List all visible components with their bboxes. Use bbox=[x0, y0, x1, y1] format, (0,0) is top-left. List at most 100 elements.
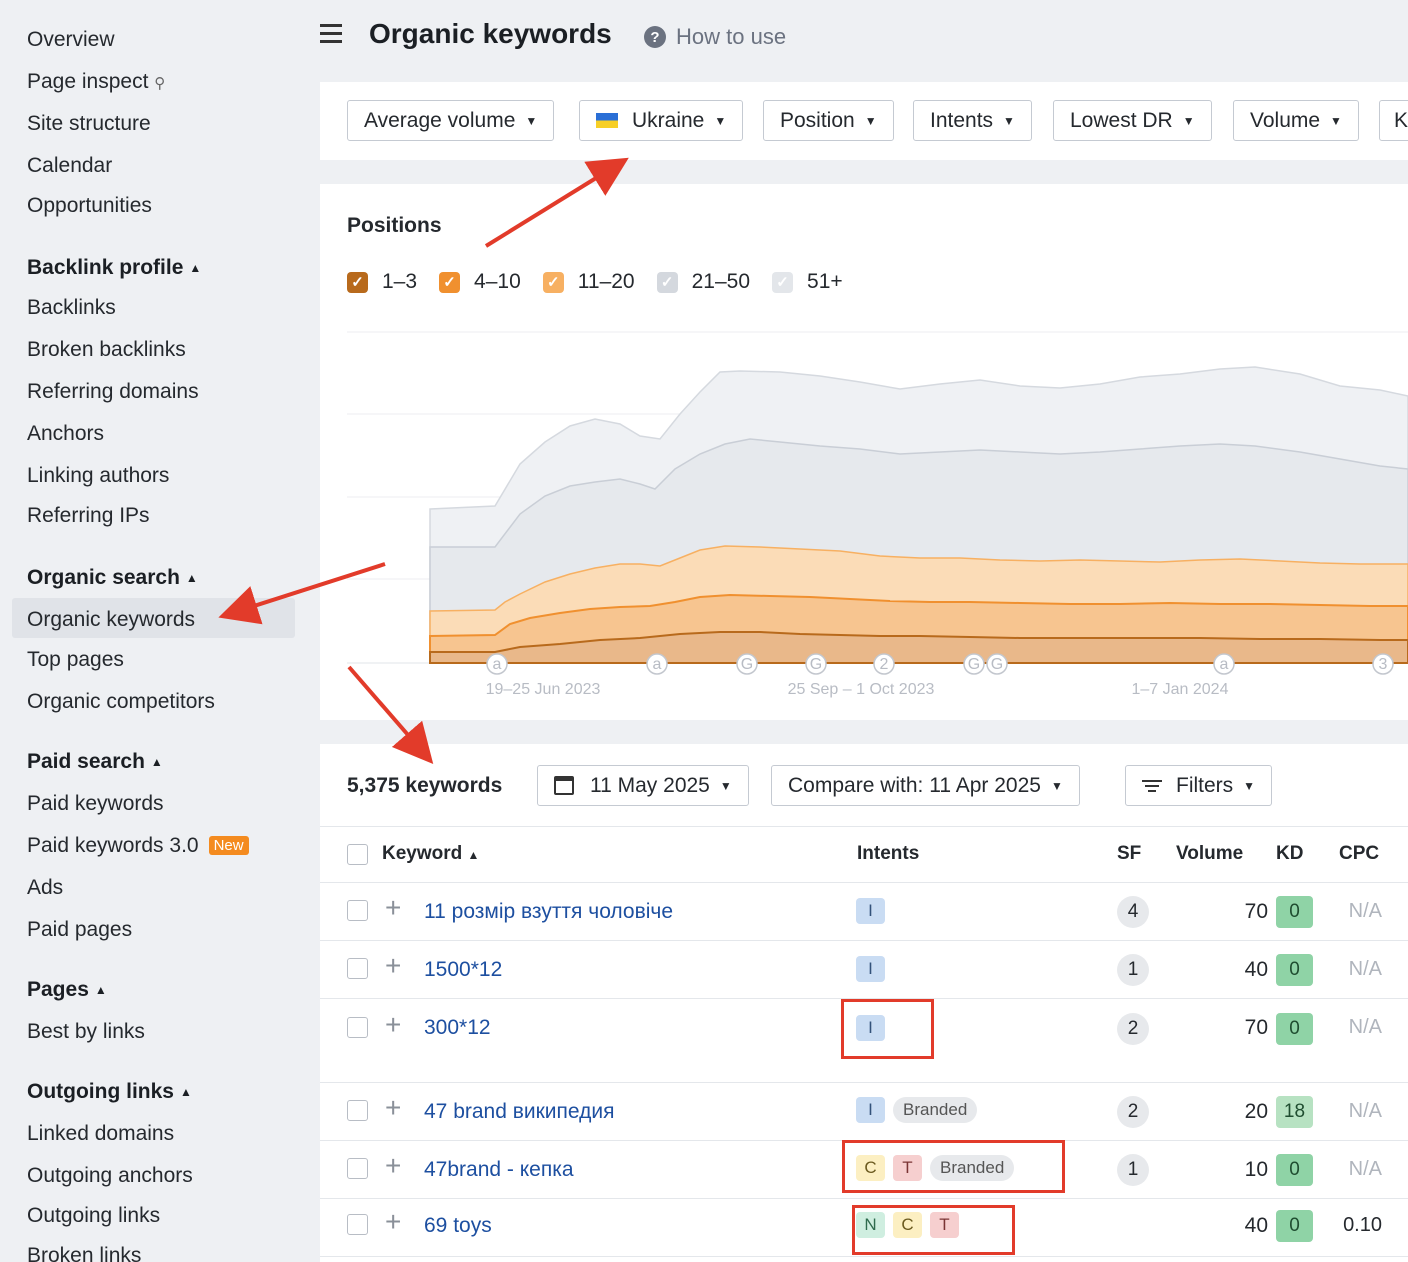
sidebar-section-pages[interactable]: Pages ▲ bbox=[27, 978, 107, 1002]
serp-features-badge[interactable]: 1 bbox=[1117, 1154, 1149, 1186]
keyword-link[interactable]: 11 розмір взуття чоловіче bbox=[424, 900, 673, 924]
sidebar-item-backlinks[interactable]: Backlinks bbox=[27, 296, 116, 320]
volume-value: 70 bbox=[1244, 1016, 1268, 1039]
annotation-marker[interactable]: a bbox=[1213, 653, 1235, 675]
sidebar-item-ads[interactable]: Ads bbox=[27, 876, 63, 900]
caret-up-icon: ▲ bbox=[94, 983, 107, 998]
sidebar-item-page-inspect[interactable]: Page inspect ⚲ bbox=[27, 70, 165, 94]
keyword-link[interactable]: 69 toys bbox=[424, 1214, 492, 1238]
sidebar-item-paid-keywords[interactable]: Paid keywords bbox=[27, 792, 164, 816]
legend-item-21-50[interactable]: ✓ 21–50 bbox=[656, 270, 750, 294]
x-tick-label: 25 Sep – 1 Oct 2023 bbox=[788, 681, 935, 698]
country-dropdown[interactable]: Ukraine ▼ bbox=[579, 100, 744, 141]
select-all-checkbox[interactable] bbox=[347, 844, 368, 865]
sidebar-section-paid-search[interactable]: Paid search ▲ bbox=[27, 750, 163, 774]
keyword-link[interactable]: 300*12 bbox=[424, 1016, 491, 1040]
serp-features-badge[interactable]: 4 bbox=[1117, 896, 1149, 928]
sidebar-item-linking-authors[interactable]: Linking authors bbox=[27, 464, 169, 488]
checkbox-checked-icon: ✓ bbox=[772, 271, 794, 293]
sidebar-item-paid-keywords-3[interactable]: Paid keywords 3.0 New bbox=[27, 834, 249, 858]
intent-tag: I bbox=[856, 956, 885, 982]
keyword-link[interactable]: 1500*12 bbox=[424, 958, 502, 982]
caret-down-icon: ▼ bbox=[1243, 778, 1256, 793]
row-checkbox[interactable] bbox=[347, 1214, 368, 1235]
checkbox-checked-icon: ✓ bbox=[439, 271, 461, 293]
sidebar-item-anchors[interactable]: Anchors bbox=[27, 422, 104, 446]
sidebar-item-organic-competitors[interactable]: Organic competitors bbox=[27, 690, 215, 714]
add-icon[interactable]: + bbox=[385, 1206, 401, 1238]
sidebar-item-linked-domains[interactable]: Linked domains bbox=[27, 1122, 174, 1146]
column-header-sf[interactable]: SF bbox=[1117, 843, 1141, 865]
volume-dropdown[interactable]: Volume ▼ bbox=[1233, 100, 1359, 141]
sidebar-item-outgoing-links[interactable]: Outgoing links bbox=[27, 1204, 160, 1228]
column-header-cpc[interactable]: CPC bbox=[1339, 843, 1379, 865]
serp-features-badge[interactable]: 2 bbox=[1117, 1013, 1149, 1045]
serp-features-badge[interactable]: 2 bbox=[1117, 1096, 1149, 1128]
annotation-marker[interactable]: a bbox=[646, 653, 668, 675]
annotation-marker[interactable]: G bbox=[805, 653, 827, 675]
lowest-dr-dropdown[interactable]: Lowest DR ▼ bbox=[1053, 100, 1212, 141]
column-header-intents[interactable]: Intents bbox=[857, 843, 919, 865]
sidebar-section-organic-search[interactable]: Organic search ▲ bbox=[27, 566, 198, 590]
add-icon[interactable]: + bbox=[385, 1092, 401, 1124]
sidebar-item-broken-backlinks[interactable]: Broken backlinks bbox=[27, 338, 186, 362]
legend-item-1-3[interactable]: ✓ 1–3 bbox=[347, 270, 417, 294]
sidebar-item-referring-ips[interactable]: Referring IPs bbox=[27, 504, 150, 528]
annotation-marker[interactable]: G bbox=[963, 653, 985, 675]
how-to-use-link[interactable]: ? How to use bbox=[644, 24, 786, 50]
annotation-marker[interactable]: 3 bbox=[1372, 653, 1394, 675]
row-checkbox[interactable] bbox=[347, 1158, 368, 1179]
how-to-use-label: How to use bbox=[676, 24, 787, 49]
sidebar-item-opportunities[interactable]: Opportunities bbox=[27, 194, 152, 218]
average-volume-dropdown[interactable]: Average volume ▼ bbox=[347, 100, 555, 141]
volume-value: 20 bbox=[1244, 1100, 1268, 1123]
sidebar-item-outgoing-anchors[interactable]: Outgoing anchors bbox=[27, 1164, 193, 1188]
sidebar-item-organic-keywords[interactable]: Organic keywords bbox=[27, 608, 195, 632]
date-picker-button[interactable]: 11 May 2025 ▼ bbox=[537, 765, 749, 806]
x-tick-label: 1–7 Jan 2024 bbox=[1132, 681, 1229, 698]
row-checkbox[interactable] bbox=[347, 958, 368, 979]
intents-dropdown[interactable]: Intents ▼ bbox=[913, 100, 1032, 141]
sidebar-item-broken-links[interactable]: Broken links bbox=[27, 1244, 141, 1262]
positions-chart-panel: Positions ✓ 1–3 ✓ 4–10 ✓ 11–20 ✓ 21–50 ✓ 51+ … bbox=[320, 184, 1408, 720]
annotation-label: a bbox=[653, 656, 662, 673]
sidebar-item-paid-pages[interactable]: Paid pages bbox=[27, 918, 132, 942]
annotation-marker[interactable]: 2 bbox=[873, 653, 895, 675]
intent-tags: I Branded bbox=[856, 1097, 985, 1123]
row-checkbox[interactable] bbox=[347, 1017, 368, 1038]
serp-features-badge[interactable]: 1 bbox=[1117, 954, 1149, 986]
kd-dropdown[interactable]: K bbox=[1379, 100, 1408, 141]
compare-with-button[interactable]: Compare with: 11 Apr 2025 ▼ bbox=[771, 765, 1080, 806]
row-checkbox[interactable] bbox=[347, 1100, 368, 1121]
sidebar-item-referring-domains[interactable]: Referring domains bbox=[27, 380, 199, 404]
column-header-volume[interactable]: Volume bbox=[1176, 843, 1243, 865]
column-header-kd[interactable]: KD bbox=[1276, 843, 1303, 865]
add-icon[interactable]: + bbox=[385, 892, 401, 924]
keyword-link[interactable]: 47brand - кепка bbox=[424, 1158, 574, 1182]
sidebar-item-calendar[interactable]: Calendar bbox=[27, 154, 112, 178]
volume-value: 10 bbox=[1244, 1158, 1268, 1181]
kd-badge: 0 bbox=[1276, 954, 1313, 986]
filters-button[interactable]: Filters ▼ bbox=[1125, 765, 1273, 806]
legend-item-4-10[interactable]: ✓ 4–10 bbox=[439, 270, 521, 294]
sidebar-item-best-by-links[interactable]: Best by links bbox=[27, 1020, 145, 1044]
sidebar-section-outgoing-links[interactable]: Outgoing links ▲ bbox=[27, 1080, 192, 1104]
annotation-marker[interactable]: a bbox=[486, 653, 508, 675]
menu-icon[interactable] bbox=[320, 24, 342, 48]
legend-item-11-20[interactable]: ✓ 11–20 bbox=[542, 270, 635, 294]
kd-badge: 0 bbox=[1276, 1210, 1313, 1242]
sidebar-item-overview[interactable]: Overview bbox=[27, 28, 115, 52]
add-icon[interactable]: + bbox=[385, 950, 401, 982]
sidebar-section-backlink-profile[interactable]: Backlink profile ▲ bbox=[27, 256, 201, 280]
column-header-keyword[interactable]: Keyword ▲ bbox=[382, 843, 479, 865]
position-dropdown[interactable]: Position ▼ bbox=[763, 100, 894, 141]
sidebar-item-site-structure[interactable]: Site structure bbox=[27, 112, 151, 136]
legend-item-51-plus[interactable]: ✓ 51+ bbox=[772, 270, 843, 294]
keyword-link[interactable]: 47 brand википедия bbox=[424, 1100, 615, 1124]
add-icon[interactable]: + bbox=[385, 1150, 401, 1182]
annotation-marker[interactable]: G bbox=[736, 653, 758, 675]
row-checkbox[interactable] bbox=[347, 900, 368, 921]
add-icon[interactable]: + bbox=[385, 1009, 401, 1041]
annotation-marker[interactable]: G bbox=[986, 653, 1008, 675]
sidebar-item-top-pages[interactable]: Top pages bbox=[27, 648, 124, 672]
